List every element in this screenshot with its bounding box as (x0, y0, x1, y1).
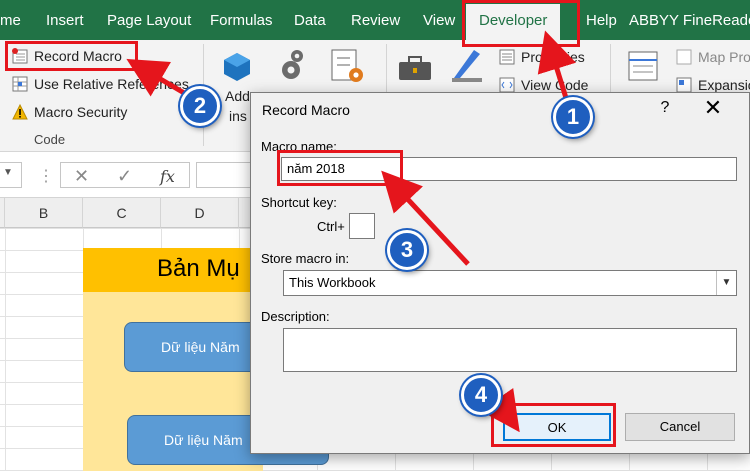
column-header-c[interactable]: C (83, 198, 161, 228)
insert-function-icon[interactable]: fx (160, 167, 175, 186)
highlight-macro-name (277, 150, 403, 186)
map-properties-icon (676, 49, 692, 65)
highlight-developer-tab (462, 0, 580, 47)
expansion-packs-icon (676, 77, 692, 93)
warning-icon (12, 103, 28, 120)
help-button[interactable]: ? (655, 99, 675, 117)
tab-formulas[interactable]: Formulas (210, 12, 273, 29)
store-macro-label: Store macro in: (261, 251, 350, 266)
highlight-ok-button (491, 403, 616, 447)
cancel-icon[interactable]: ✕ (74, 166, 89, 187)
ribbon-tab-bar: me Insert Page Layout Formulas Data Revi… (0, 0, 750, 40)
grid-icon (12, 76, 28, 92)
tab-help[interactable]: Help (586, 12, 617, 29)
chevron-down-icon[interactable]: ▼ (716, 271, 736, 295)
ctrl-label: Ctrl+ (317, 219, 345, 234)
chevron-down-icon: ▼ (3, 167, 13, 178)
code-group-label: Code (34, 132, 66, 147)
toolbox-icon[interactable] (398, 54, 432, 87)
shortcut-key-label: Shortcut key: (261, 195, 337, 210)
expansion-packs-button[interactable]: Expansio (676, 77, 750, 93)
sheet-title: Bản Mụ (157, 255, 240, 282)
description-textarea[interactable] (283, 328, 737, 372)
gear-icon[interactable] (277, 48, 307, 89)
store-macro-select[interactable]: This Workbook ▼ (283, 270, 737, 296)
addins-icon[interactable] (222, 52, 252, 87)
tab-abbyy[interactable]: ABBYY FineReader (629, 12, 750, 29)
view-code-label: View Code (521, 77, 589, 93)
store-macro-value: This Workbook (289, 275, 376, 290)
tab-page-layout[interactable]: Page Layout (107, 12, 191, 29)
source-icon[interactable] (627, 50, 659, 87)
tab-insert[interactable]: Insert (46, 12, 84, 29)
step-badge-1: 1 (553, 97, 593, 137)
macro-security-button[interactable]: Macro Security (12, 103, 128, 120)
step-badge-3: 3 (387, 230, 427, 270)
properties-button[interactable]: Properties (499, 49, 585, 65)
properties-label: Properties (521, 49, 585, 65)
cancel-button[interactable]: Cancel (625, 413, 735, 441)
more-options-icon: ⋮ (38, 168, 54, 185)
map-properties-label: Map Pro (698, 49, 750, 65)
addins-label-2: ins (229, 108, 247, 124)
map-properties-button[interactable]: Map Pro (676, 49, 750, 65)
expansion-packs-label: Expansio (698, 77, 750, 93)
enter-icon[interactable]: ✓ (117, 166, 132, 187)
tab-review[interactable]: Review (351, 12, 400, 29)
tab-view[interactable]: View (423, 12, 455, 29)
step-badge-4: 4 (461, 375, 501, 415)
dialog-title: Record Macro (262, 102, 350, 118)
step-badge-2: 2 (180, 86, 220, 126)
name-box[interactable]: ▼ (0, 162, 22, 188)
shortcut-key-input[interactable] (349, 213, 375, 239)
close-button[interactable]: ✕ (698, 95, 728, 121)
use-relative-references-button[interactable]: Use Relative References (12, 76, 189, 92)
properties-icon (499, 49, 515, 65)
tab-data[interactable]: Data (294, 12, 326, 29)
highlight-record-macro (5, 41, 138, 71)
design-mode-icon[interactable] (450, 48, 486, 89)
checklist-gear-icon[interactable] (330, 48, 364, 89)
macro-security-label: Macro Security (34, 104, 128, 120)
view-code-icon (499, 77, 515, 93)
tab-home[interactable]: me (0, 12, 21, 29)
column-header-d[interactable]: D (161, 198, 239, 228)
view-code-button[interactable]: View Code (499, 77, 588, 93)
addins-label-1: Add (225, 88, 250, 104)
use-relative-references-label: Use Relative References (34, 76, 189, 92)
column-header-b[interactable]: B (5, 198, 83, 228)
description-label: Description: (261, 309, 330, 324)
